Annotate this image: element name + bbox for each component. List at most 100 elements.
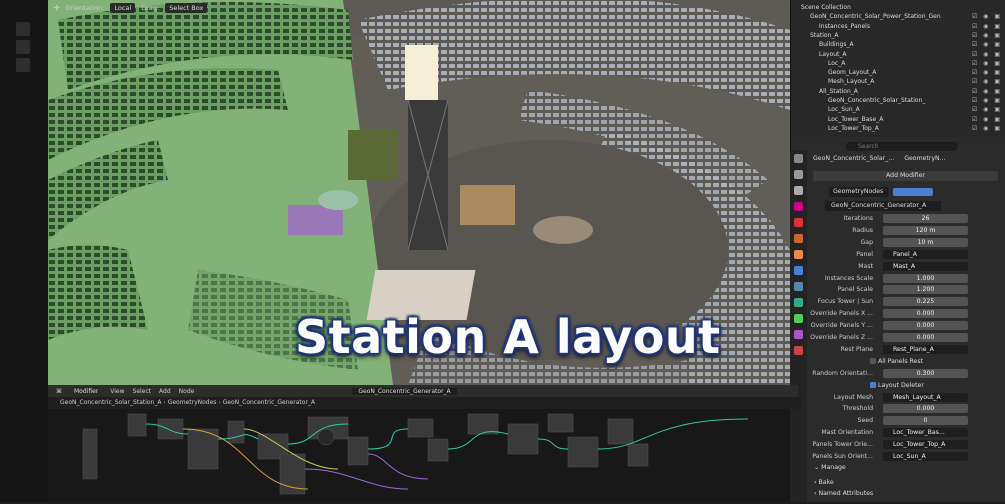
outliner-row[interactable]: Geom_Layout_A ☑ ◉ ▣ bbox=[791, 68, 1005, 77]
breadcrumb: GeoN_Concentric_Solar_Station_A › Geomet… bbox=[48, 397, 802, 409]
field-label: Rest Plane bbox=[840, 345, 873, 353]
outliner-row[interactable]: GeoN_Concentric_Solar_Station_ ☑ ◉ ▣ bbox=[791, 96, 1005, 105]
move-tool-icon[interactable] bbox=[16, 58, 30, 72]
visibility-icon[interactable]: ☑ ◉ ▣ bbox=[972, 87, 1002, 96]
outliner-row[interactable]: Loc_Tower_Base_A ☑ ◉ ▣ bbox=[791, 115, 1005, 124]
field-label: Panels Tower Orie... bbox=[812, 441, 873, 449]
visibility-icon[interactable]: ☑ ◉ ▣ bbox=[972, 22, 1002, 31]
visibility-icon[interactable]: ☑ ◉ ▣ bbox=[972, 124, 1002, 133]
editor-type-icon[interactable]: ⌘ bbox=[56, 388, 62, 395]
object-tab-icon[interactable] bbox=[794, 250, 803, 259]
section-named-attributes[interactable]: › Named Attributes bbox=[814, 490, 873, 497]
node-canvas[interactable] bbox=[48, 409, 790, 502]
visibility-icon[interactable]: ☑ ◉ ▣ bbox=[972, 40, 1002, 49]
modifier-input-row: Override Panels Z ... 0.000 bbox=[808, 332, 1005, 343]
modifier-toggles[interactable] bbox=[893, 188, 933, 196]
object-field[interactable]: Mesh_Layout_A bbox=[883, 392, 968, 402]
modifier-tab-icon[interactable] bbox=[794, 266, 803, 275]
section-manage[interactable]: ⌄ Manage bbox=[814, 464, 846, 471]
field-label: Gap bbox=[860, 238, 873, 246]
menu-node[interactable]: Node bbox=[179, 388, 195, 395]
outliner-row[interactable]: Station_A ☑ ◉ ▣ bbox=[791, 31, 1005, 40]
field-label: Mast bbox=[858, 262, 873, 270]
drag-dropdown[interactable]: Select Box bbox=[165, 3, 208, 13]
number-field[interactable]: 120 m bbox=[883, 225, 968, 235]
data-tab-icon[interactable] bbox=[794, 330, 803, 339]
select-tool-icon[interactable] bbox=[16, 22, 30, 36]
output-tab-icon[interactable] bbox=[794, 186, 803, 195]
number-field[interactable]: 0.000 bbox=[883, 321, 968, 331]
cursor-tool-icon[interactable] bbox=[16, 40, 30, 54]
outliner-row[interactable]: Mesh_Layout_A ☑ ◉ ▣ bbox=[791, 77, 1005, 86]
modifier-input-row: Layout Deleter bbox=[808, 380, 1005, 391]
render-tab-icon[interactable] bbox=[794, 170, 803, 179]
number-field[interactable]: 0.000 bbox=[883, 404, 968, 414]
object-field[interactable]: Mast_A bbox=[883, 261, 968, 271]
orientation-dropdown[interactable]: Local bbox=[110, 3, 136, 13]
breadcrumb-object: GeoN_Concentric_Solar_Station_A bbox=[60, 399, 162, 406]
object-field[interactable]: Loc_Tower_Bas... bbox=[883, 428, 968, 438]
menu-view[interactable]: View bbox=[110, 388, 124, 395]
number-field[interactable]: 26 bbox=[883, 214, 968, 223]
viewport-header: ✣ Orientation: Local Drag: Select Box bbox=[48, 0, 796, 16]
visibility-icon[interactable]: ☑ ◉ ▣ bbox=[972, 59, 1002, 68]
tool-tab-icon[interactable] bbox=[794, 154, 803, 163]
outliner-row[interactable]: Loc_Sun_A ☑ ◉ ▣ bbox=[791, 105, 1005, 114]
view-layer-tab-icon[interactable] bbox=[794, 202, 803, 211]
outliner-row-label: Loc_A bbox=[828, 59, 846, 67]
menu-add[interactable]: Add bbox=[159, 388, 171, 395]
transform-icon[interactable]: ✣ bbox=[54, 4, 59, 12]
outliner-row-label: GeoN_Concentric_Solar_Power_Station_Gen bbox=[810, 13, 941, 21]
outliner-row[interactable]: Scene Collection bbox=[791, 3, 1005, 12]
field-label: Override Panels X ... bbox=[810, 310, 873, 318]
number-field[interactable]: 1.200 bbox=[883, 285, 968, 295]
number-field[interactable]: 0.000 bbox=[883, 309, 968, 319]
outliner-row[interactable]: Loc_Tower_Top_A ☑ ◉ ▣ bbox=[791, 124, 1005, 133]
node-tree-selector[interactable]: GeoN_Concentric_Generator_A bbox=[352, 387, 457, 395]
visibility-icon[interactable]: ☑ ◉ ▣ bbox=[972, 12, 1002, 21]
search-input[interactable]: Search bbox=[846, 142, 958, 151]
object-field[interactable]: Rest_Plane_A bbox=[883, 344, 968, 354]
object-field[interactable]: Loc_Tower_Top_A bbox=[883, 440, 968, 450]
navigation-gizmo[interactable] bbox=[776, 80, 786, 140]
field-label: Mast Orientation bbox=[821, 429, 873, 437]
outliner-row[interactable]: Instances_Panels ☑ ◉ ▣ bbox=[791, 22, 1005, 31]
visibility-icon[interactable]: ☑ ◉ ▣ bbox=[972, 68, 1002, 77]
number-field[interactable]: 0.225 bbox=[883, 297, 968, 307]
menu-select[interactable]: Select bbox=[133, 388, 152, 395]
outliner-row[interactable]: Layout_A ☑ ◉ ▣ bbox=[791, 50, 1005, 59]
add-modifier-button[interactable]: Add Modifier bbox=[813, 171, 998, 181]
visibility-icon[interactable]: ☑ ◉ ▣ bbox=[972, 105, 1002, 114]
menu-modifier[interactable]: Modifier bbox=[70, 386, 103, 396]
visibility-icon[interactable]: ☑ ◉ ▣ bbox=[972, 115, 1002, 124]
visibility-icon[interactable]: ☑ ◉ ▣ bbox=[972, 31, 1002, 40]
node-group-field[interactable]: GeoN_Concentric_Generator_A bbox=[825, 201, 941, 211]
outliner-row[interactable]: Buildings_A ☑ ◉ ▣ bbox=[791, 40, 1005, 49]
scene-tab-icon[interactable] bbox=[794, 218, 803, 227]
number-field[interactable]: 1.000 bbox=[883, 273, 968, 283]
modifier-name-crumb: GeometryN... bbox=[904, 155, 946, 162]
number-field[interactable]: 0.300 bbox=[883, 368, 968, 378]
outliner-row[interactable]: Loc_A ☑ ◉ ▣ bbox=[791, 59, 1005, 68]
particles-tab-icon[interactable] bbox=[794, 282, 803, 291]
world-tab-icon[interactable] bbox=[794, 234, 803, 243]
number-field[interactable]: 0.000 bbox=[883, 333, 968, 342]
visibility-icon[interactable]: ☑ ◉ ▣ bbox=[972, 96, 1002, 105]
constraints-tab-icon[interactable] bbox=[794, 314, 803, 323]
section-bake[interactable]: › Bake bbox=[814, 479, 834, 486]
outliner-row[interactable]: GeoN_Concentric_Solar_Power_Station_Gen ☑… bbox=[791, 12, 1005, 21]
checkbox-label: Layout Deleter bbox=[878, 381, 924, 389]
field-label: Random Orientati... bbox=[812, 369, 873, 377]
visibility-icon[interactable]: ☑ ◉ ▣ bbox=[972, 77, 1002, 86]
outliner-row[interactable]: All_Station_A ☑ ◉ ▣ bbox=[791, 87, 1005, 96]
checkbox[interactable] bbox=[870, 381, 876, 388]
number-field[interactable]: 0 bbox=[883, 416, 968, 426]
checkbox[interactable] bbox=[870, 357, 876, 364]
object-field[interactable]: Panel_A bbox=[883, 249, 968, 259]
texture-tab-icon[interactable] bbox=[794, 346, 803, 355]
modifier-name-field[interactable]: GeometryNodes bbox=[829, 187, 888, 197]
object-field[interactable]: Loc_Sun_A bbox=[883, 452, 968, 461]
number-field[interactable]: 10 m bbox=[883, 237, 968, 247]
visibility-icon[interactable]: ☑ ◉ ▣ bbox=[972, 50, 1002, 59]
physics-tab-icon[interactable] bbox=[794, 298, 803, 307]
